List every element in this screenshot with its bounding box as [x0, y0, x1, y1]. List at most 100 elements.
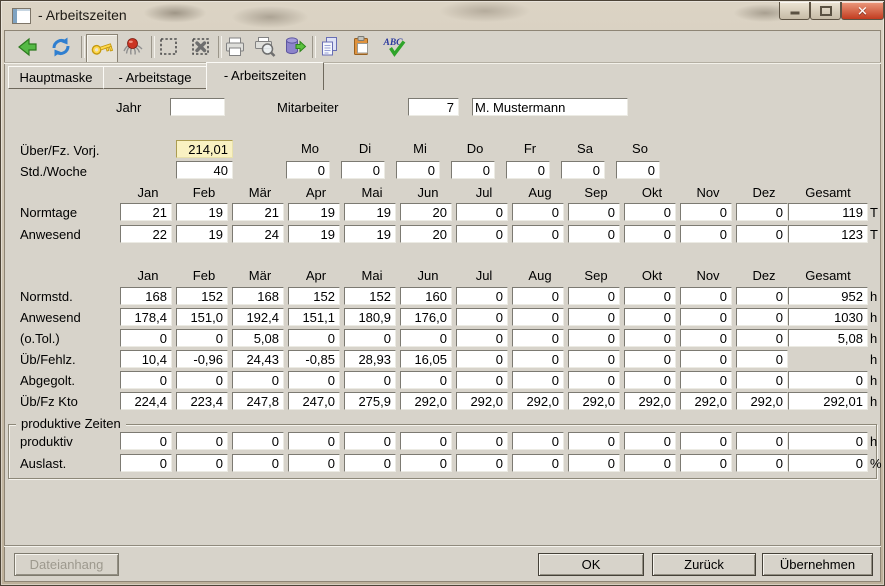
- value-field[interactable]: [400, 203, 452, 221]
- value-field[interactable]: [624, 432, 676, 450]
- value-field[interactable]: [624, 454, 676, 472]
- value-field[interactable]: [568, 454, 620, 472]
- value-field[interactable]: [512, 308, 564, 326]
- gesamt-field[interactable]: [788, 392, 868, 410]
- value-field[interactable]: [624, 329, 676, 347]
- value-field[interactable]: [344, 432, 396, 450]
- mitarbeiter-id-input[interactable]: [408, 98, 459, 116]
- value-field[interactable]: [176, 371, 228, 389]
- value-field[interactable]: [120, 308, 172, 326]
- value-field[interactable]: [120, 287, 172, 305]
- value-field[interactable]: [624, 287, 676, 305]
- tab-arbeitstage[interactable]: - Arbeitstage: [103, 66, 207, 89]
- value-field[interactable]: [624, 392, 676, 410]
- weekday-field[interactable]: [616, 161, 660, 179]
- value-field[interactable]: [120, 454, 172, 472]
- value-field[interactable]: [512, 371, 564, 389]
- ok-button[interactable]: OK: [538, 553, 644, 576]
- maximize-button[interactable]: [810, 2, 841, 20]
- value-field[interactable]: [456, 432, 508, 450]
- value-field[interactable]: [232, 432, 284, 450]
- key-button[interactable]: [86, 34, 118, 63]
- value-field[interactable]: [512, 392, 564, 410]
- value-field[interactable]: [624, 225, 676, 243]
- value-field[interactable]: [400, 308, 452, 326]
- value-field[interactable]: [568, 371, 620, 389]
- value-field[interactable]: [344, 454, 396, 472]
- value-field[interactable]: [736, 392, 788, 410]
- value-field[interactable]: [568, 287, 620, 305]
- gesamt-field[interactable]: [788, 329, 868, 347]
- value-field[interactable]: [512, 225, 564, 243]
- value-field[interactable]: [120, 225, 172, 243]
- gesamt-field[interactable]: [788, 371, 868, 389]
- value-field[interactable]: [568, 392, 620, 410]
- value-field[interactable]: [120, 392, 172, 410]
- value-field[interactable]: [400, 392, 452, 410]
- value-field[interactable]: [176, 329, 228, 347]
- value-field[interactable]: [176, 392, 228, 410]
- value-field[interactable]: [288, 225, 340, 243]
- value-field[interactable]: [512, 287, 564, 305]
- gesamt-field[interactable]: [788, 203, 868, 221]
- back-button[interactable]: [14, 35, 40, 60]
- gesamt-field[interactable]: [788, 308, 868, 326]
- value-field[interactable]: [400, 350, 452, 368]
- value-field[interactable]: [344, 225, 396, 243]
- clear-selection-button[interactable]: [188, 35, 214, 60]
- copy-button[interactable]: [317, 35, 343, 60]
- value-field[interactable]: [232, 287, 284, 305]
- value-field[interactable]: [288, 432, 340, 450]
- value-field[interactable]: [400, 225, 452, 243]
- value-field[interactable]: [568, 350, 620, 368]
- value-field[interactable]: [512, 329, 564, 347]
- value-field[interactable]: [176, 308, 228, 326]
- value-field[interactable]: [736, 432, 788, 450]
- value-field[interactable]: [512, 350, 564, 368]
- dateianhang-button[interactable]: Dateianhang: [14, 553, 119, 576]
- value-field[interactable]: [344, 392, 396, 410]
- value-field[interactable]: [512, 454, 564, 472]
- value-field[interactable]: [568, 225, 620, 243]
- value-field[interactable]: [176, 225, 228, 243]
- value-field[interactable]: [624, 203, 676, 221]
- value-field[interactable]: [344, 371, 396, 389]
- weekday-field[interactable]: [341, 161, 385, 179]
- value-field[interactable]: [456, 203, 508, 221]
- value-field[interactable]: [232, 225, 284, 243]
- value-field[interactable]: [232, 392, 284, 410]
- value-field[interactable]: [624, 308, 676, 326]
- gesamt-field[interactable]: [788, 287, 868, 305]
- weekday-field[interactable]: [396, 161, 440, 179]
- value-field[interactable]: [232, 308, 284, 326]
- value-field[interactable]: [288, 350, 340, 368]
- weekday-field[interactable]: [561, 161, 605, 179]
- value-field[interactable]: [456, 371, 508, 389]
- export-database-button[interactable]: [282, 35, 308, 60]
- value-field[interactable]: [568, 432, 620, 450]
- minimize-button[interactable]: [779, 2, 810, 20]
- value-field[interactable]: [288, 287, 340, 305]
- value-field[interactable]: [232, 371, 284, 389]
- value-field[interactable]: [568, 329, 620, 347]
- value-field[interactable]: [176, 203, 228, 221]
- spider-button[interactable]: [120, 35, 146, 60]
- value-field[interactable]: [120, 350, 172, 368]
- value-field[interactable]: [288, 329, 340, 347]
- jahr-input[interactable]: [170, 98, 225, 116]
- select-region-button[interactable]: [156, 35, 182, 60]
- value-field[interactable]: [344, 203, 396, 221]
- value-field[interactable]: [680, 371, 732, 389]
- value-field[interactable]: [400, 287, 452, 305]
- weekday-field[interactable]: [451, 161, 495, 179]
- gesamt-field[interactable]: [788, 225, 868, 243]
- paste-button[interactable]: [349, 35, 375, 60]
- value-field[interactable]: [288, 392, 340, 410]
- gesamt-field[interactable]: [788, 432, 868, 450]
- close-button[interactable]: ✕: [841, 2, 884, 20]
- value-field[interactable]: [232, 350, 284, 368]
- print-preview-button[interactable]: [252, 35, 278, 60]
- value-field[interactable]: [120, 329, 172, 347]
- value-field[interactable]: [736, 308, 788, 326]
- weekday-field[interactable]: [506, 161, 550, 179]
